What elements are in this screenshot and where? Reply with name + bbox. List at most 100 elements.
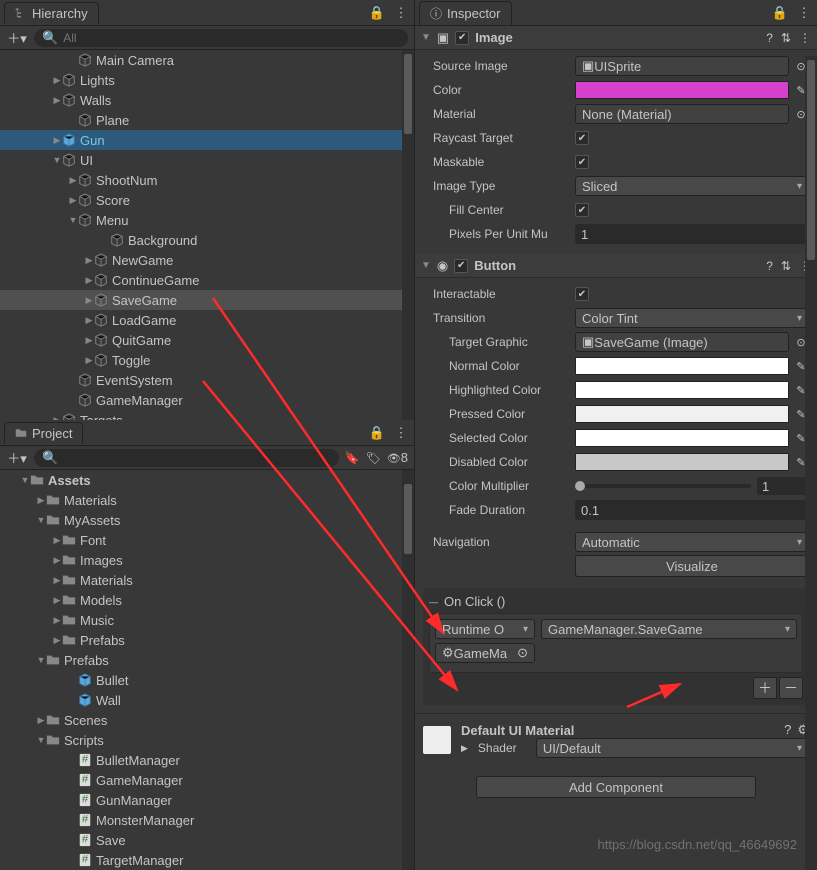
enable-checkbox[interactable] bbox=[455, 31, 469, 45]
tree-row[interactable]: ▼MyAssets bbox=[0, 510, 414, 530]
event-object-field[interactable]: ⚙GameMa⊙ bbox=[435, 643, 535, 663]
fold-icon[interactable]: ▼ bbox=[421, 260, 431, 271]
fillcenter-checkbox[interactable] bbox=[575, 203, 589, 217]
tree-row[interactable]: Wall bbox=[0, 690, 414, 710]
image-component-header[interactable]: ▼ ▣ Image ?⇅⋮ bbox=[415, 26, 817, 50]
tree-row[interactable]: ▼Scripts bbox=[0, 730, 414, 750]
expand-arrow-icon[interactable]: ▶ bbox=[52, 615, 62, 626]
image-type-dropdown[interactable]: Sliced bbox=[575, 176, 809, 196]
multiplier-value[interactable]: 1 bbox=[757, 477, 809, 495]
tree-row[interactable]: #GunManager bbox=[0, 790, 414, 810]
project-search[interactable]: 🔍 bbox=[34, 449, 339, 467]
hidden-icon[interactable]: 👁8 bbox=[387, 450, 408, 465]
expand-arrow-icon[interactable]: ▶ bbox=[68, 175, 78, 186]
tree-row[interactable]: ▶LoadGame bbox=[0, 310, 414, 330]
menu-icon[interactable]: ⋮ bbox=[797, 5, 811, 21]
scrollbar[interactable] bbox=[402, 470, 414, 870]
tree-row[interactable]: #GameManager bbox=[0, 770, 414, 790]
tree-row[interactable]: ▼Menu bbox=[0, 210, 414, 230]
transition-dropdown[interactable]: Color Tint bbox=[575, 308, 809, 328]
tree-row[interactable]: ▶SaveGame bbox=[0, 290, 414, 310]
scrollbar[interactable] bbox=[402, 50, 414, 420]
expand-arrow-icon[interactable]: ▼ bbox=[36, 515, 46, 525]
inspector-tab[interactable]: ⓘ Inspector bbox=[419, 1, 512, 25]
tree-row[interactable]: #BulletManager bbox=[0, 750, 414, 770]
help-icon[interactable]: ? bbox=[766, 31, 773, 45]
tree-row[interactable]: ▶NewGame bbox=[0, 250, 414, 270]
color-field[interactable] bbox=[575, 81, 789, 99]
expand-arrow-icon[interactable]: ▶ bbox=[52, 535, 62, 546]
scrollbar[interactable] bbox=[805, 56, 817, 870]
fade-field[interactable]: 0.1 bbox=[575, 500, 809, 520]
expand-arrow-icon[interactable]: ▼ bbox=[68, 215, 78, 225]
tree-row[interactable]: ▶Toggle bbox=[0, 350, 414, 370]
normal-color[interactable] bbox=[575, 357, 789, 375]
pressed-color[interactable] bbox=[575, 405, 789, 423]
expand-arrow-icon[interactable]: ▼ bbox=[36, 735, 46, 745]
expand-arrow-icon[interactable]: ▶ bbox=[52, 575, 62, 586]
tree-row[interactable]: ▼Prefabs bbox=[0, 650, 414, 670]
tree-row[interactable]: ▼UI bbox=[0, 150, 414, 170]
visualize-button[interactable]: Visualize bbox=[575, 555, 809, 577]
tree-row[interactable]: ▶Materials bbox=[0, 570, 414, 590]
hierarchy-search-input[interactable] bbox=[63, 31, 400, 45]
tree-row[interactable]: Bullet bbox=[0, 670, 414, 690]
menu-icon[interactable]: ⋮ bbox=[799, 31, 811, 45]
tree-row[interactable]: Background bbox=[0, 230, 414, 250]
fold-icon[interactable]: — bbox=[429, 597, 438, 607]
tree-row[interactable]: ▶Scenes bbox=[0, 710, 414, 730]
add-component-button[interactable]: Add Component bbox=[476, 776, 756, 798]
enable-checkbox[interactable] bbox=[454, 259, 468, 273]
tree-row[interactable]: #MonsterManager bbox=[0, 810, 414, 830]
interactable-checkbox[interactable] bbox=[575, 287, 589, 301]
tree-row[interactable]: #Save bbox=[0, 830, 414, 850]
tree-row[interactable]: ▶Materials bbox=[0, 490, 414, 510]
lock-icon[interactable]: 🔒 bbox=[773, 5, 787, 21]
expand-arrow-icon[interactable]: ▼ bbox=[36, 655, 46, 665]
tree-row[interactable]: ▶Music bbox=[0, 610, 414, 630]
expand-arrow-icon[interactable]: ▼ bbox=[52, 155, 62, 165]
preset-icon[interactable]: ⇅ bbox=[781, 31, 791, 45]
project-search-input[interactable] bbox=[63, 451, 330, 465]
raycast-checkbox[interactable] bbox=[575, 131, 589, 145]
expand-arrow-icon[interactable]: ▶ bbox=[52, 555, 62, 566]
help-icon[interactable]: ? bbox=[766, 259, 773, 273]
expand-arrow-icon[interactable]: ▼ bbox=[20, 475, 30, 485]
expand-arrow-icon[interactable]: ▶ bbox=[52, 75, 62, 86]
expand-arrow-icon[interactable]: ▶ bbox=[36, 495, 46, 506]
function-dropdown[interactable]: GameManager.SaveGame bbox=[541, 619, 797, 639]
maskable-checkbox[interactable] bbox=[575, 155, 589, 169]
fold-icon[interactable]: ▶ bbox=[461, 743, 468, 754]
material-field[interactable]: None (Material) bbox=[575, 104, 789, 124]
expand-arrow-icon[interactable]: ▶ bbox=[84, 295, 94, 306]
tree-row[interactable]: ▶Gun bbox=[0, 130, 414, 150]
tree-row[interactable]: ▶Images bbox=[0, 550, 414, 570]
expand-arrow-icon[interactable]: ▶ bbox=[68, 195, 78, 206]
button-component-header[interactable]: ▼ ◉ Button ?⇅⋮ bbox=[415, 254, 817, 278]
project-tree[interactable]: ▼Assets▶Materials▼MyAssets▶Font▶Images▶M… bbox=[0, 470, 414, 870]
expand-arrow-icon[interactable]: ▶ bbox=[84, 255, 94, 266]
tree-row[interactable]: Plane bbox=[0, 110, 414, 130]
tree-row[interactable]: ▼Assets bbox=[0, 470, 414, 490]
tree-row[interactable]: ▶Targets bbox=[0, 410, 414, 420]
tree-row[interactable]: ▶Walls bbox=[0, 90, 414, 110]
tree-row[interactable]: Main Camera bbox=[0, 50, 414, 70]
tree-row[interactable]: GameManager bbox=[0, 390, 414, 410]
shader-dropdown[interactable]: UI/Default bbox=[536, 738, 809, 758]
menu-icon[interactable]: ⋮ bbox=[394, 5, 408, 21]
expand-arrow-icon[interactable]: ▶ bbox=[84, 315, 94, 326]
expand-arrow-icon[interactable]: ▶ bbox=[52, 595, 62, 606]
hierarchy-search[interactable]: 🔍 bbox=[34, 29, 408, 47]
remove-event-button[interactable]: － bbox=[779, 677, 803, 699]
expand-arrow-icon[interactable]: ▶ bbox=[52, 135, 62, 146]
selected-color[interactable] bbox=[575, 429, 789, 447]
lock-icon[interactable]: 🔒 bbox=[370, 425, 384, 441]
tree-row[interactable]: #TargetManager bbox=[0, 850, 414, 870]
preset-icon[interactable]: ⇅ bbox=[781, 259, 791, 273]
nav-dropdown[interactable]: Automatic bbox=[575, 532, 809, 552]
source-image-field[interactable]: ▣UISprite bbox=[575, 56, 789, 76]
project-tab[interactable]: Project bbox=[4, 422, 83, 444]
fold-icon[interactable]: ▼ bbox=[421, 32, 431, 43]
tree-row[interactable]: ▶Prefabs bbox=[0, 630, 414, 650]
expand-arrow-icon[interactable]: ▶ bbox=[52, 95, 62, 106]
